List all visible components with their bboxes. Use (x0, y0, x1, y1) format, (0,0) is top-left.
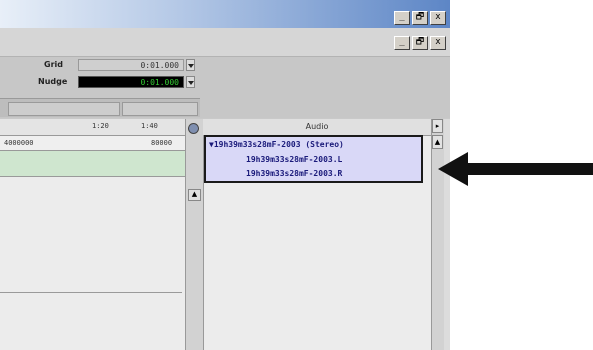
region-item-left[interactable]: 19h39m33s28mF-2003.L (246, 155, 342, 164)
document-controls: _ 🗗 x (394, 36, 446, 50)
region-list-menu-icon[interactable]: ▸ (432, 119, 443, 133)
app-window: _ 🗗 x _ 🗗 x Grid 0:01.000 Nudge 0:01.000… (0, 0, 450, 350)
region-item-right[interactable]: 19h39m33s28mF-2003.R (246, 169, 342, 178)
edit-window-tracks[interactable] (0, 177, 185, 350)
region-item-stereo[interactable]: ▼19h39m33s28mF-2003 (Stereo) (209, 140, 344, 149)
arrow-left-icon (438, 152, 593, 186)
timecode-end: 80000 (151, 139, 173, 147)
region-list-selection[interactable]: ▼19h39m33s28mF-2003 (Stereo) 19h39m33s28… (204, 135, 423, 183)
region-list-header[interactable]: Audio (203, 119, 431, 136)
nudge-value-field[interactable]: 0:01.000 (78, 76, 184, 88)
time-ruler[interactable]: 1:20 1:40 (0, 119, 185, 136)
doc-minimize-button[interactable]: _ (394, 36, 410, 50)
ruler-tick: 1:20 (92, 122, 109, 130)
maximize-button[interactable]: 🗗 (412, 11, 428, 25)
title-bar: _ 🗗 x (0, 0, 450, 28)
document-bar: _ 🗗 x (0, 28, 450, 57)
doc-close-button[interactable]: x (430, 36, 446, 50)
minimize-button[interactable]: _ (394, 11, 410, 25)
ruler-tick: 1:40 (141, 122, 158, 130)
scroll-up-icon[interactable]: ▲ (188, 189, 201, 201)
track-divider (0, 292, 182, 293)
counter-bar (0, 98, 200, 117)
timecode-start: 4000000 (4, 139, 34, 147)
timecode-row: 4000000 80000 (0, 136, 185, 151)
window-controls: _ 🗗 x (394, 11, 446, 25)
zoom-toggle-icon[interactable] (188, 123, 199, 134)
counter-field-right[interactable] (122, 102, 198, 116)
grid-dropdown-icon[interactable] (186, 59, 195, 71)
grid-value-field[interactable]: 0:01.000 (78, 59, 184, 71)
nudge-dropdown-icon[interactable] (186, 76, 195, 88)
region-scroll-up-icon[interactable]: ▲ (432, 135, 443, 149)
doc-maximize-button[interactable]: 🗗 (412, 36, 428, 50)
close-button[interactable]: x (430, 11, 446, 25)
audio-track-region[interactable] (0, 151, 185, 177)
counter-field-left[interactable] (8, 102, 120, 116)
grid-label: Grid (44, 60, 63, 69)
nudge-label: Nudge (38, 77, 68, 86)
track-scrollbar[interactable]: ▲ (185, 119, 203, 350)
